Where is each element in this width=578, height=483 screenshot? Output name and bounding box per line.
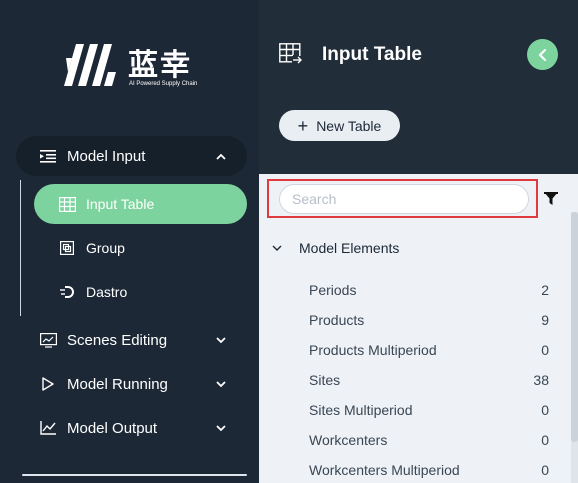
sidebar-divider <box>22 474 247 476</box>
list-item-label: Sites <box>309 372 341 388</box>
scrollbar-thumb[interactable] <box>571 212 578 442</box>
chevron-down-icon[interactable] <box>214 377 228 391</box>
list-item-label: Workcenters <box>309 432 388 448</box>
chevron-up-icon[interactable] <box>214 149 228 163</box>
new-table-label: New Table <box>316 117 382 134</box>
list-item-label: Periods <box>309 282 357 298</box>
line-chart-icon <box>39 419 57 437</box>
list-item-count: 0 <box>541 342 549 358</box>
sidebar: 蓝幸 AI Powered Supply Chain Model Input I… <box>0 0 259 483</box>
nav-model-running-label: Model Running <box>67 375 168 393</box>
plus-icon: + <box>297 115 309 136</box>
list-item-count: 0 <box>541 432 549 448</box>
chevron-down-icon[interactable] <box>272 245 284 252</box>
list-item-count: 0 <box>541 462 549 478</box>
list-item-label: Products Multiperiod <box>309 342 437 358</box>
brand-name: 蓝幸 <box>128 48 192 83</box>
list-item-label: Workcenters Multiperiod <box>309 462 460 478</box>
page-title: Input Table <box>322 44 422 65</box>
content-header <box>259 0 578 174</box>
indent-list-icon <box>39 147 57 165</box>
group-icon <box>60 239 74 257</box>
search-input[interactable] <box>279 184 529 214</box>
tree-group-model-elements[interactable]: Model Elements <box>272 240 399 256</box>
nav-model-output-label: Model Output <box>67 419 158 437</box>
sidebar-item-dastro[interactable]: Dastro <box>60 282 127 302</box>
list-item-label: Sites Multiperiod <box>309 402 413 418</box>
collapse-sidebar-button[interactable] <box>527 39 558 70</box>
list-item-count: 9 <box>541 312 549 328</box>
sidebar-item-group[interactable]: Group <box>60 238 125 258</box>
nav-scenes-editing-label: Scenes Editing <box>67 331 168 349</box>
new-table-button[interactable]: + New Table <box>279 110 400 141</box>
sidebar-item-input-table[interactable]: Input Table <box>58 194 154 214</box>
table-icon <box>58 195 76 213</box>
filter-icon[interactable] <box>544 192 558 211</box>
list-item[interactable]: Workcenters 0 <box>309 429 549 451</box>
chevron-down-icon[interactable] <box>214 333 228 347</box>
brand-tagline: AI Powered Supply Chain <box>129 81 198 87</box>
nav-model-output[interactable]: Model Output <box>39 418 232 438</box>
list-item-count: 38 <box>533 372 549 388</box>
sidebar-item-dastro-label: Dastro <box>86 284 128 300</box>
list-item[interactable]: Sites 38 <box>309 369 549 391</box>
list-item[interactable]: Sites Multiperiod 0 <box>309 399 549 421</box>
table-export-icon <box>279 43 303 70</box>
list-item-count: 0 <box>541 402 549 418</box>
list-item[interactable]: Products Multiperiod 0 <box>309 339 549 361</box>
list-item-count: 2 <box>541 282 549 298</box>
list-item[interactable]: Periods 2 <box>309 279 549 301</box>
brand-mark-icon <box>64 44 116 86</box>
sidebar-item-group-label: Group <box>86 240 125 256</box>
brand-logo: 蓝幸 AI Powered Supply Chain <box>62 38 202 93</box>
tree-group-label: Model Elements <box>299 240 400 256</box>
list-item-label: Products <box>309 312 365 328</box>
chart-window-icon <box>39 331 57 349</box>
nav-scenes-editing[interactable]: Scenes Editing <box>39 330 232 350</box>
chevron-down-icon[interactable] <box>214 421 228 435</box>
list-item[interactable]: Workcenters Multiperiod 0 <box>309 459 549 481</box>
list-item[interactable]: Products 9 <box>309 309 549 331</box>
dastro-icon <box>60 283 74 301</box>
chevron-left-icon <box>538 48 546 61</box>
play-icon <box>39 375 57 393</box>
sidebar-item-input-table-label: Input Table <box>86 196 155 212</box>
nav-model-input[interactable]: Model Input <box>39 146 232 166</box>
nav-model-input-label: Model Input <box>67 147 146 165</box>
tree-guide-line <box>20 180 21 316</box>
nav-model-running[interactable]: Model Running <box>39 374 232 394</box>
